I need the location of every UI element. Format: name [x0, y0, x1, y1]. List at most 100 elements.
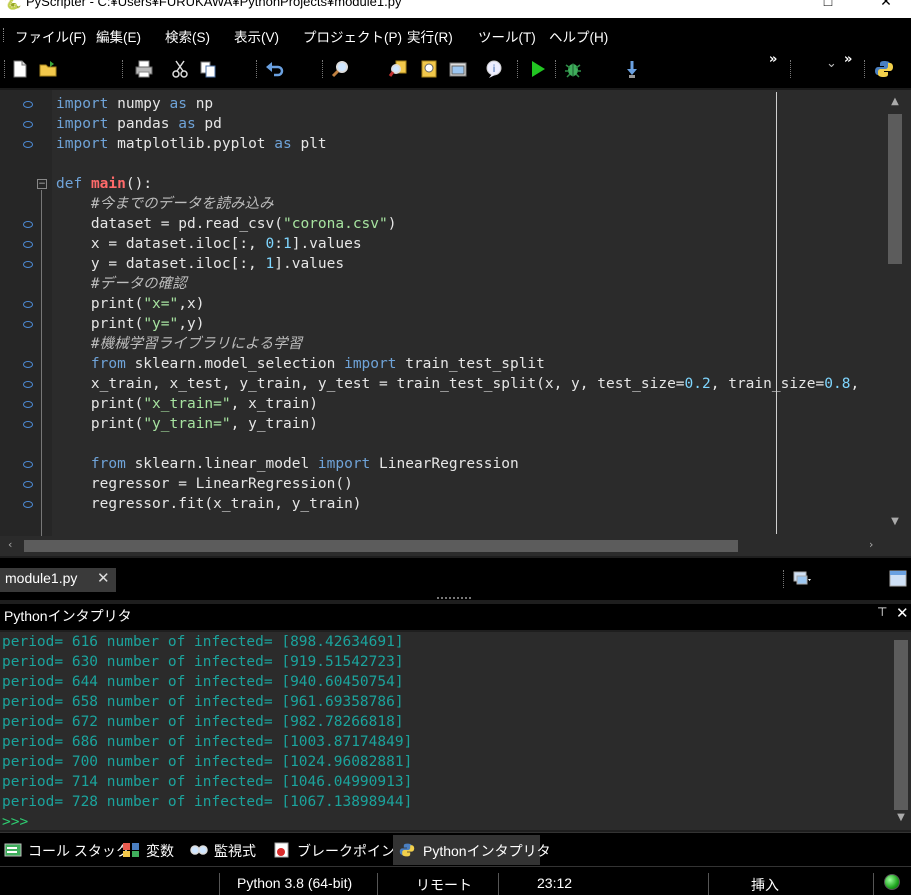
line-marker-icon[interactable] — [23, 301, 33, 308]
code-line[interactable]: x = dataset.iloc[:, 0:1].values — [56, 234, 362, 254]
line-marker-icon[interactable] — [23, 221, 33, 228]
interpreter-prompt[interactable]: >>> — [2, 812, 882, 832]
scroll-down-arrow[interactable]: ▼ — [891, 812, 911, 823]
interpreter-output[interactable]: period= 616 number of infected= [898.426… — [2, 632, 882, 832]
code-line[interactable]: print("x=",x) — [56, 294, 205, 314]
editor-gutter[interactable]: − — [0, 90, 52, 536]
maximize-button[interactable]: □ — [814, 0, 842, 9]
scroll-up-arrow[interactable]: ▲ — [885, 96, 905, 107]
tab-breakpoints[interactable]: ブレークポイント — [273, 835, 409, 865]
tab-variables[interactable]: 変数 — [122, 835, 182, 865]
code-line[interactable]: import pandas as pd — [56, 114, 222, 134]
python-interpreter[interactable]: period= 616 number of infected= [898.426… — [0, 632, 911, 830]
line-marker-icon[interactable] — [23, 121, 33, 128]
line-marker-icon[interactable] — [23, 261, 33, 268]
search-icon[interactable] — [331, 59, 351, 79]
code-line[interactable]: import numpy as np — [56, 94, 213, 114]
status-engine-mode[interactable]: リモート — [416, 875, 472, 895]
step-into-icon[interactable] — [622, 59, 642, 79]
code-line[interactable]: regressor = LinearRegression() — [56, 474, 353, 494]
menu-run[interactable]: 実行(R) — [407, 26, 453, 46]
maximize-pane-icon[interactable] — [888, 569, 908, 589]
scroll-right-arrow[interactable]: › — [869, 538, 873, 551]
code-token: as — [169, 96, 187, 112]
toolbar-overflow-button[interactable]: » — [769, 52, 777, 67]
line-marker-icon[interactable] — [23, 101, 33, 108]
code-line[interactable]: x_train, x_test, y_train, y_test = train… — [56, 374, 859, 394]
new-file-icon[interactable] — [10, 59, 30, 79]
code-line[interactable]: y = dataset.iloc[:, 1].values — [56, 254, 344, 274]
code-line[interactable]: print("x_train=", x_train) — [56, 394, 318, 414]
window-list-icon[interactable] — [793, 569, 813, 589]
print-icon[interactable] — [134, 59, 154, 79]
scroll-left-arrow[interactable]: ‹ — [8, 538, 12, 551]
tab-watches[interactable]: 監視式 — [190, 835, 268, 865]
code-line[interactable]: print("y=",y) — [56, 314, 205, 334]
code-line[interactable]: dataset = pd.read_csv("corona.csv") — [56, 214, 397, 234]
line-marker-icon[interactable] — [23, 141, 33, 148]
run-icon[interactable] — [528, 59, 548, 79]
code-editor[interactable]: − import numpy as np import pandas as pd i… — [0, 88, 911, 556]
debug-icon[interactable] — [563, 59, 583, 79]
menu-search[interactable]: 検索(S) — [165, 26, 210, 46]
code-token: , — [850, 376, 860, 392]
copy-icon[interactable] — [198, 59, 218, 79]
menu-project[interactable]: プロジェクト(P) — [303, 26, 402, 46]
splitter-grip[interactable] — [437, 597, 471, 600]
code-line[interactable]: #データの確認 — [56, 274, 187, 294]
interpreter-scrollbar[interactable]: ▼ — [891, 632, 911, 830]
find-in-files-icon[interactable] — [388, 59, 408, 79]
code-token: 0 — [265, 236, 275, 252]
comment-icon[interactable]: i — [484, 59, 504, 79]
toolbar-grip[interactable] — [4, 60, 5, 78]
editor-horizontal-scrollbar[interactable]: ‹ › — [0, 536, 885, 556]
python-icon[interactable] — [874, 59, 894, 79]
menu-view[interactable]: 表示(V) — [234, 26, 279, 46]
menu-grip[interactable] — [3, 28, 6, 42]
code-line[interactable]: from sklearn.model_selection import trai… — [56, 354, 545, 374]
open-folder-icon[interactable] — [38, 59, 58, 79]
scroll-down-arrow[interactable]: ▼ — [885, 516, 905, 527]
undo-icon[interactable] — [265, 59, 285, 79]
toolbar-overflow-button-2[interactable]: » — [844, 52, 852, 67]
code-line[interactable]: regressor.fit(x_train, y_train) — [56, 494, 362, 514]
menu-file[interactable]: ファイル(F) — [15, 26, 86, 46]
status-cursor-position: 23:12 — [537, 875, 573, 891]
code-line[interactable]: import matplotlib.pyplot as plt — [56, 134, 327, 154]
line-marker-icon[interactable] — [23, 241, 33, 248]
chevron-down-icon[interactable]: ⌄ — [826, 56, 837, 71]
line-marker-icon[interactable] — [23, 501, 33, 508]
replace-icon[interactable] — [419, 59, 439, 79]
scrollbar-thumb[interactable] — [888, 114, 902, 264]
code-line[interactable]: #機械学習ライブラリによる学習 — [56, 334, 302, 354]
line-marker-icon[interactable] — [23, 401, 33, 408]
menu-edit[interactable]: 編集(E) — [96, 26, 141, 46]
tab-module1[interactable]: module1.py ✕ — [0, 568, 116, 592]
menu-help[interactable]: ヘルプ(H) — [549, 26, 608, 46]
scrollbar-thumb[interactable] — [24, 540, 738, 552]
line-marker-icon[interactable] — [23, 481, 33, 488]
code-area[interactable]: import numpy as np import pandas as pd imp… — [56, 94, 886, 534]
pin-icon[interactable]: ⊤ — [877, 605, 887, 619]
code-line[interactable]: #今までのデータを読み込み — [56, 194, 274, 214]
close-pane-icon[interactable]: ✕ — [896, 604, 909, 622]
tab-python-interpreter[interactable]: Pythonインタプリタ — [393, 835, 551, 865]
tab-call-stack[interactable]: コール スタック — [4, 835, 130, 865]
line-marker-icon[interactable] — [23, 321, 33, 328]
line-marker-icon[interactable] — [23, 461, 33, 468]
scrollbar-thumb[interactable] — [894, 640, 908, 810]
line-marker-icon[interactable] — [23, 361, 33, 368]
status-python-version[interactable]: Python 3.8 (64-bit) — [237, 875, 352, 891]
close-tab-icon[interactable]: ✕ — [97, 569, 110, 587]
code-line[interactable]: print("y_train=", y_train) — [56, 414, 318, 434]
editor-vertical-scrollbar[interactable]: ▲ ▼ — [885, 92, 905, 534]
screenshot-icon[interactable] — [448, 59, 468, 79]
menu-tools[interactable]: ツール(T) — [478, 26, 536, 46]
cut-icon[interactable] — [170, 59, 190, 79]
line-marker-icon[interactable] — [23, 421, 33, 428]
close-window-button[interactable]: ✕ — [872, 0, 900, 10]
code-line[interactable]: from sklearn.linear_model import LinearR… — [56, 454, 519, 474]
fold-toggle-icon[interactable]: − — [37, 179, 47, 189]
line-marker-icon[interactable] — [23, 381, 33, 388]
code-line[interactable]: def main(): — [56, 174, 152, 194]
